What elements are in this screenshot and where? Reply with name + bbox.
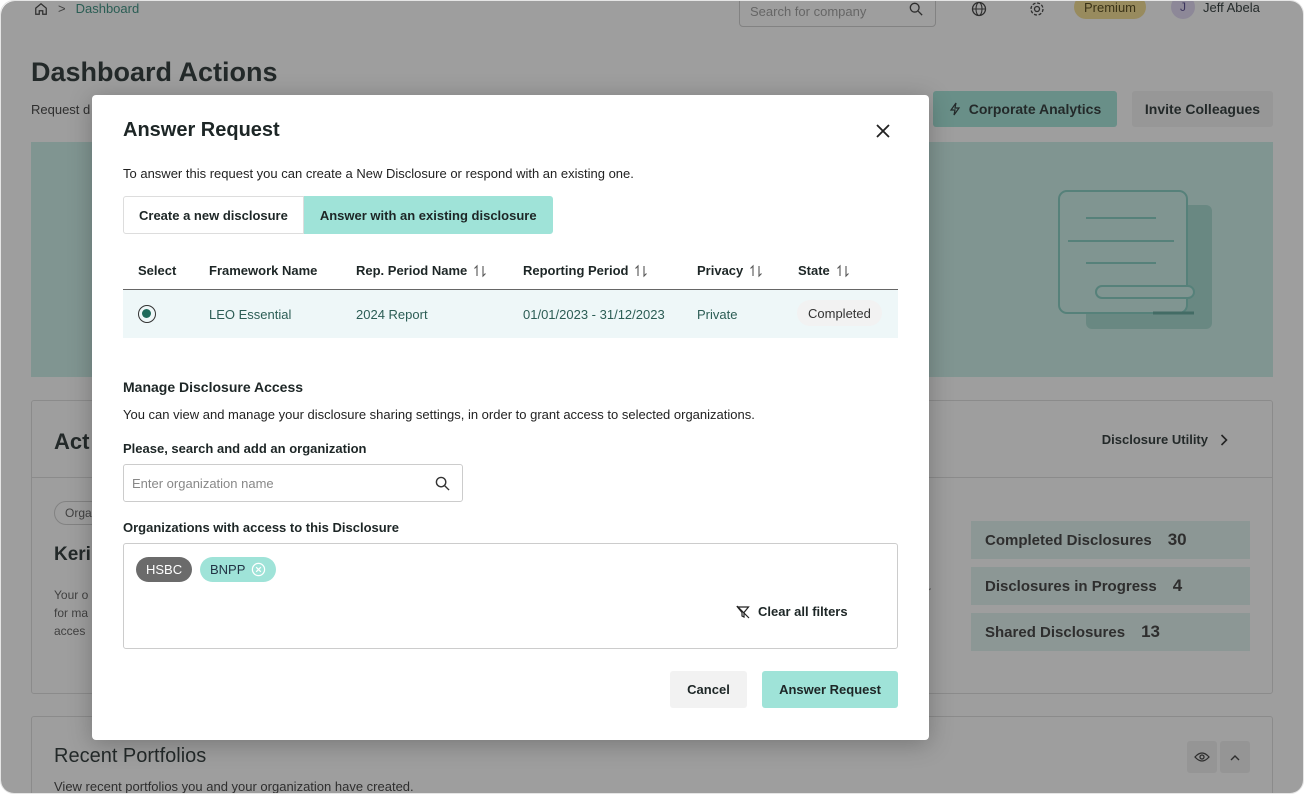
column-header-label: Privacy — [697, 263, 744, 278]
answer-request-button[interactable]: Answer Request — [762, 671, 898, 708]
remove-chip-icon[interactable] — [251, 562, 266, 577]
manage-access-description: You can view and manage your disclosure … — [123, 407, 755, 422]
org-search-input[interactable] — [124, 465, 414, 501]
column-header-reporting-period[interactable]: Reporting Period — [523, 263, 648, 278]
column-header-select: Select — [138, 263, 176, 278]
table-header: Select Framework Name Rep. Period Name R… — [123, 255, 898, 290]
org-chip-hsbc: HSBC — [136, 557, 193, 582]
app-frame: > Dashboard Search for company Premium J… — [0, 0, 1304, 794]
clear-all-filters-label: Clear all filters — [758, 604, 848, 619]
cell-framework-name: LEO Essential — [209, 307, 292, 322]
column-header-label: State — [798, 263, 830, 278]
table-row[interactable]: LEO Essential 2024 Report 01/01/2023 - 3… — [123, 290, 898, 338]
modal-intro: To answer this request you can create a … — [123, 166, 634, 181]
column-header-label: Framework Name — [209, 263, 318, 278]
tab-answer-existing-disclosure[interactable]: Answer with an existing disclosure — [303, 196, 553, 234]
org-chip-bnpp: BNPP — [200, 557, 277, 582]
disclosure-mode-tabs: Create a new disclosure Answer with an e… — [123, 196, 553, 234]
column-header-rep-period-name[interactable]: Rep. Period Name — [356, 263, 487, 278]
disclosures-table: Select Framework Name Rep. Period Name R… — [123, 255, 898, 338]
cell-reporting-period: 01/01/2023 - 31/12/2023 — [523, 307, 665, 322]
modal-title: Answer Request — [123, 119, 280, 141]
cell-rep-period-name: 2024 Report — [356, 307, 428, 322]
sort-icon[interactable] — [634, 264, 648, 278]
manage-access-title: Manage Disclosure Access — [123, 379, 304, 395]
sort-icon[interactable] — [473, 264, 487, 278]
answer-request-modal: Answer Request To answer this request yo… — [92, 95, 929, 740]
column-header-label: Select — [138, 263, 177, 278]
column-header-state[interactable]: State — [798, 263, 850, 278]
search-icon[interactable] — [435, 476, 450, 491]
row-select-radio[interactable] — [138, 305, 156, 323]
clear-all-filters-button[interactable]: Clear all filters — [736, 604, 848, 619]
status-badge: Completed — [797, 300, 882, 326]
access-list-label: Organizations with access to this Disclo… — [123, 520, 399, 535]
cancel-button[interactable]: Cancel — [670, 671, 747, 708]
column-header-framework-name: Framework Name — [209, 263, 317, 278]
cell-privacy: Private — [697, 307, 738, 322]
tab-create-new-disclosure[interactable]: Create a new disclosure — [123, 196, 304, 234]
org-search-field — [123, 464, 463, 502]
sort-icon[interactable] — [749, 264, 763, 278]
clear-filter-icon — [736, 605, 750, 618]
column-header-label: Rep. Period Name — [356, 263, 468, 278]
column-header-label: Reporting Period — [523, 263, 629, 278]
org-chip-label: HSBC — [146, 562, 183, 577]
access-list-box: HSBC BNPP Clear all filters — [123, 543, 898, 649]
close-icon[interactable] — [873, 121, 893, 141]
org-search-label: Please, search and add an organization — [123, 441, 367, 456]
column-header-privacy[interactable]: Privacy — [697, 263, 763, 278]
org-chip-label: BNPP — [210, 562, 246, 577]
sort-icon[interactable] — [836, 264, 850, 278]
